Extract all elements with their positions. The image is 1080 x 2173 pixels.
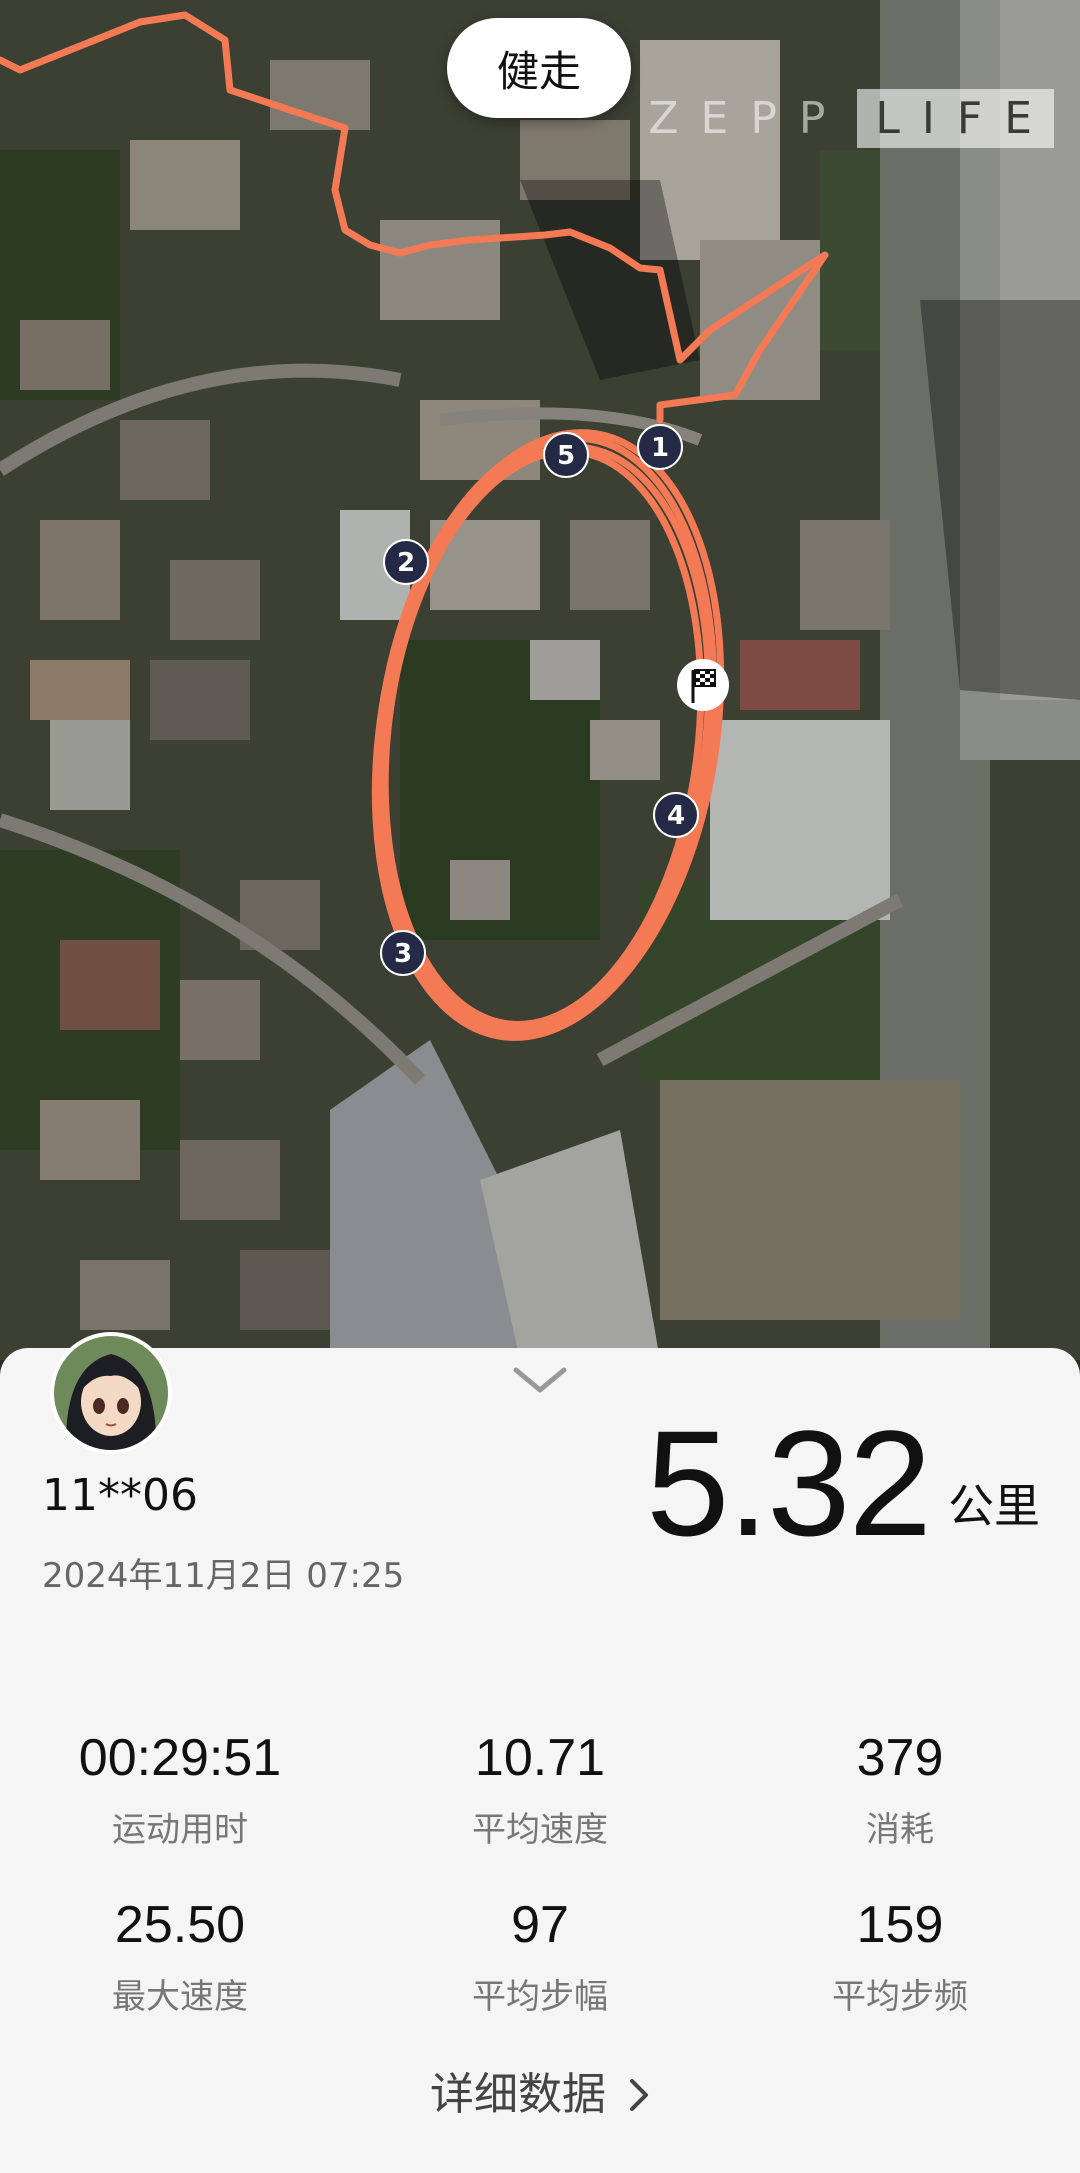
stat-label: 平均步幅 [472,1977,608,2017]
details-link[interactable]: 详细数据 [0,2058,1080,2122]
activity-type-label: 健走 [496,46,581,96]
brand-part2: LIFE [857,88,1054,148]
activity-type-pill: 健走 [447,18,631,118]
stat-avg-stride: 97 平均步幅 [360,1895,720,2018]
stat-value: 159 [856,1896,944,1954]
route-marker-4: 4 [653,792,699,838]
user-name: 11**06 [42,1470,198,1521]
stat-value: 379 [856,1729,944,1787]
finish-flag-icon [677,659,729,711]
stat-calories: 379 消耗 [720,1728,1080,1851]
route-marker-2: 2 [383,539,429,585]
stat-max-speed: 25.50 最大速度 [0,1895,360,2018]
details-link-label: 详细数据 [430,2069,606,2120]
distance-unit: 公里 [948,1479,1040,1533]
stat-value: 10.71 [474,1729,606,1787]
stat-label: 最大速度 [112,1977,248,2017]
stat-value: 97 [511,1896,569,1954]
distance-value: 5.32 [646,1399,932,1567]
chevron-down-icon[interactable] [510,1360,570,1400]
stat-label: 消耗 [866,1810,934,1850]
route-marker-5: 5 [543,432,589,478]
brand-watermark: ZEPP LIFE [648,88,1054,148]
svg-text:1: 1 [651,433,669,463]
stat-label: 平均速度 [472,1810,608,1850]
satellite-map[interactable]: 1 2 3 4 5 [0,0,1080,1360]
stat-duration: 00:29:51 运动用时 [0,1728,360,1851]
stat-value: 00:29:51 [78,1729,282,1787]
svg-text:4: 4 [667,801,685,831]
activity-datetime: 2024年11月2日 07:25 [42,1556,405,1596]
stat-label: 运动用时 [112,1810,248,1850]
svg-text:3: 3 [394,939,412,969]
stat-avg-cadence: 159 平均步频 [720,1895,1080,2018]
avatar[interactable] [50,1332,172,1454]
stat-avg-speed: 10.71 平均速度 [360,1728,720,1851]
svg-text:5: 5 [557,441,575,471]
route-marker-3: 3 [380,930,426,976]
brand-part1: ZEPP [648,92,848,144]
route-marker-1: 1 [637,424,683,470]
stat-label: 平均步频 [832,1977,968,2017]
stat-value: 25.50 [114,1896,246,1954]
chevron-right-icon [628,2069,650,2120]
svg-text:2: 2 [397,548,415,578]
